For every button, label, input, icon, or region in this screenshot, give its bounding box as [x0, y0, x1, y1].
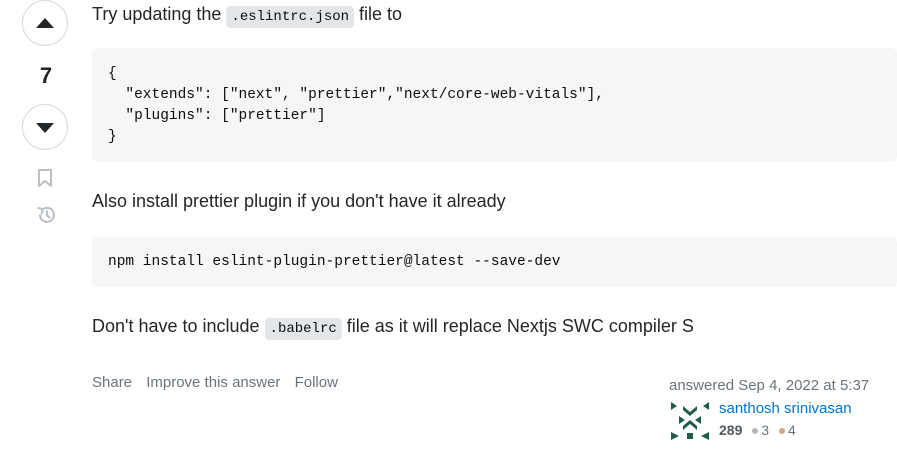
avatar[interactable] [669, 400, 711, 442]
vote-count: 7 [39, 63, 53, 88]
text: Don't have to include [92, 316, 265, 336]
silver-badge-count: 3 [761, 422, 770, 438]
text: file to [354, 4, 403, 24]
text: Try updating the [92, 4, 227, 24]
user-stats: 289 3 4 [719, 422, 796, 438]
downvote-button[interactable] [22, 104, 68, 150]
paragraph-babelrc: Don't have to include .babelrc file as i… [92, 313, 694, 342]
share-link[interactable]: Share [92, 374, 132, 391]
text: file as it will replace Nextjs SWC compi… [341, 316, 694, 336]
inline-code-babelrc: .babelrc [264, 318, 342, 340]
bookmark-icon [38, 169, 52, 187]
bookmark-button[interactable] [36, 168, 54, 193]
arrow-up-icon [36, 18, 54, 28]
paragraph-install-plugin: Also install prettier plugin if you don'… [92, 191, 506, 211]
arrow-down-icon [36, 123, 54, 133]
code-block-config: { "extends": ["next", "prettier","next/c… [92, 48, 897, 162]
improve-answer-link[interactable]: Improve this answer [146, 374, 280, 391]
user-info: santhosh srinivasan 289 3 4 [669, 400, 897, 442]
post-actions: Share Improve this answer Follow [92, 374, 348, 391]
user-name-link[interactable]: santhosh srinivasan [719, 400, 852, 417]
code-block-npm-install: npm install eslint-plugin-prettier@lates… [92, 237, 897, 287]
answered-timestamp: answered Sep 4, 2022 at 5:37 [669, 377, 870, 394]
follow-link[interactable]: Follow [295, 374, 338, 391]
upvote-button[interactable] [22, 0, 68, 46]
answer-post: 7 Try updating the .eslintrc.json file t… [0, 0, 897, 456]
paragraph-eslintrc: Try updating the .eslintrc.json file to [92, 1, 402, 30]
user-signature: answered Sep 4, 2022 at 5:37 santhosh sr… [669, 377, 897, 442]
bronze-badge-icon [778, 427, 785, 434]
reputation-score: 289 [719, 422, 743, 438]
history-icon [37, 206, 55, 223]
bronze-badge-count: 4 [787, 422, 796, 438]
silver-badge-icon [752, 427, 759, 434]
activity-history-button[interactable] [36, 204, 58, 231]
inline-code-eslintrc: .eslintrc.json [226, 6, 355, 28]
